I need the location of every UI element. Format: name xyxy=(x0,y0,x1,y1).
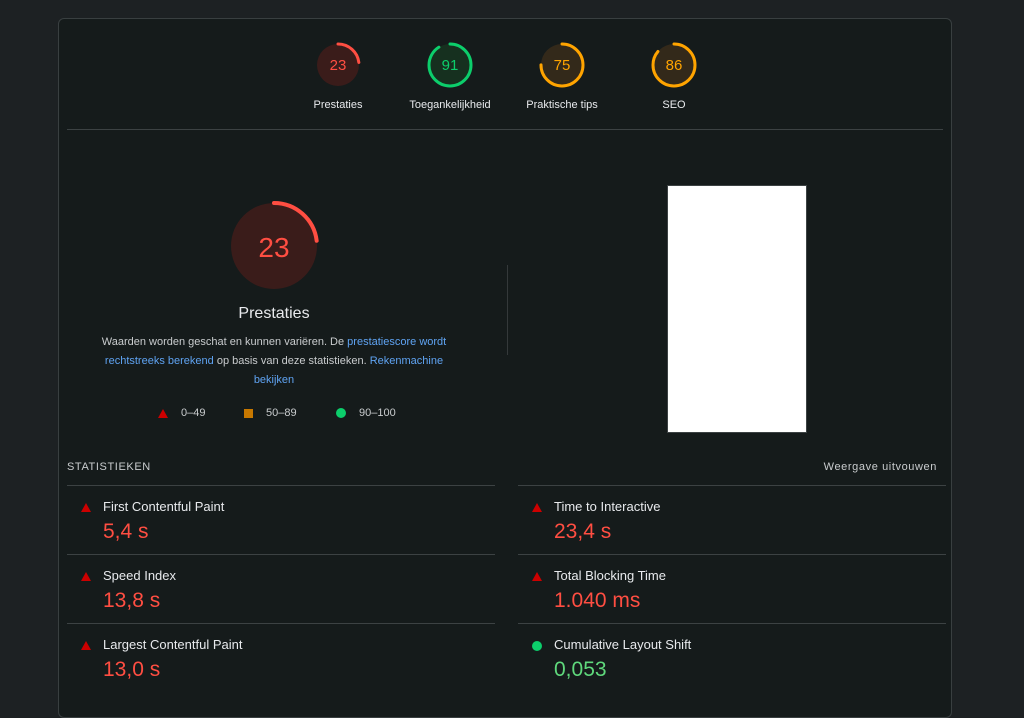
triangle-icon xyxy=(532,503,542,512)
gauge-praktische-tips[interactable]: 75 Praktische tips xyxy=(502,41,622,111)
metric-name: Cumulative Layout Shift xyxy=(554,637,692,652)
metric-value: 23,4 s xyxy=(554,520,612,543)
triangle-icon xyxy=(158,408,168,418)
legend-fail-label: 0–49 xyxy=(181,407,206,419)
gauge-label: Prestaties xyxy=(313,99,363,111)
metric-name: Time to Interactive xyxy=(554,499,661,514)
triangle-icon xyxy=(81,572,91,581)
triangle-icon xyxy=(81,641,91,650)
gauge-prestaties[interactable]: 23 Prestaties xyxy=(278,41,398,111)
description-text: Waarden worden geschat en kunnen variëre… xyxy=(101,336,348,348)
gauge-ring: 75 xyxy=(539,42,585,88)
metric-value: 13,8 s xyxy=(103,589,161,612)
gauge-score: 23 xyxy=(330,57,347,74)
square-icon xyxy=(244,408,253,418)
metric-first-contentful-paint: First Contentful Paint 5,4 s xyxy=(67,485,495,554)
metric-name: Total Blocking Time xyxy=(554,568,666,583)
metric-value: 13,0 s xyxy=(103,658,161,681)
gauge-ring: 86 xyxy=(651,42,697,88)
metric-name: First Contentful Paint xyxy=(103,499,225,514)
legend-pass: 90–100 xyxy=(336,407,396,419)
metric-speed-index: Speed Index 13,8 s xyxy=(67,554,495,623)
metric-largest-contentful-paint: Largest Contentful Paint 13,0 s xyxy=(67,623,495,692)
triangle-icon xyxy=(81,503,91,512)
category-gauges: 23 Prestaties 91 Toegankelijkheid 75 Pra… xyxy=(59,19,951,129)
circle-icon xyxy=(336,408,346,418)
metric-time-to-interactive: Time to Interactive 23,4 s xyxy=(518,485,946,554)
gauge-label: Toegankelijkheid xyxy=(409,99,491,111)
metric-value: 1.040 ms xyxy=(554,589,641,612)
metric-total-blocking-time: Total Blocking Time 1.040 ms xyxy=(518,554,946,623)
vertical-separator xyxy=(507,265,508,355)
performance-description: Waarden worden geschat en kunnen variëre… xyxy=(89,333,459,390)
legend-pass-label: 90–100 xyxy=(359,407,396,419)
description-text: op basis van deze statistieken. xyxy=(213,355,370,367)
performance-gauge: 23 xyxy=(229,201,319,291)
performance-score: 23 xyxy=(258,232,289,263)
lighthouse-report: 23 Prestaties 91 Toegankelijkheid 75 Pra… xyxy=(58,18,952,718)
gauge-ring: 91 xyxy=(427,42,473,88)
gauge-score: 75 xyxy=(554,57,571,74)
gauge-ring: 23 xyxy=(315,42,361,88)
metric-value: 5,4 s xyxy=(103,520,149,543)
expand-view-toggle[interactable]: Weergave uitvouwen xyxy=(824,461,937,473)
gauge-seo[interactable]: 86 SEO xyxy=(614,41,734,111)
metric-value: 0,053 xyxy=(554,658,607,681)
circle-icon xyxy=(532,641,542,651)
gauge-label: SEO xyxy=(662,99,686,111)
final-screenshot[interactable] xyxy=(667,185,807,433)
gauge-score: 86 xyxy=(666,57,683,74)
metrics-heading: STATISTIEKEN xyxy=(67,461,151,473)
legend-average-label: 50–89 xyxy=(266,407,297,419)
performance-title: Prestaties xyxy=(238,305,310,322)
legend-average: 50–89 xyxy=(244,407,297,419)
legend-fail: 0–49 xyxy=(158,407,205,419)
gauge-score: 91 xyxy=(442,57,459,74)
metric-cumulative-layout-shift: Cumulative Layout Shift 0,053 xyxy=(518,623,946,692)
triangle-icon xyxy=(532,572,542,581)
metric-name: Speed Index xyxy=(103,568,177,583)
header-divider xyxy=(67,129,943,130)
gauge-label: Praktische tips xyxy=(526,99,598,111)
metric-name: Largest Contentful Paint xyxy=(103,637,243,652)
gauge-toegankelijkheid[interactable]: 91 Toegankelijkheid xyxy=(390,41,510,111)
